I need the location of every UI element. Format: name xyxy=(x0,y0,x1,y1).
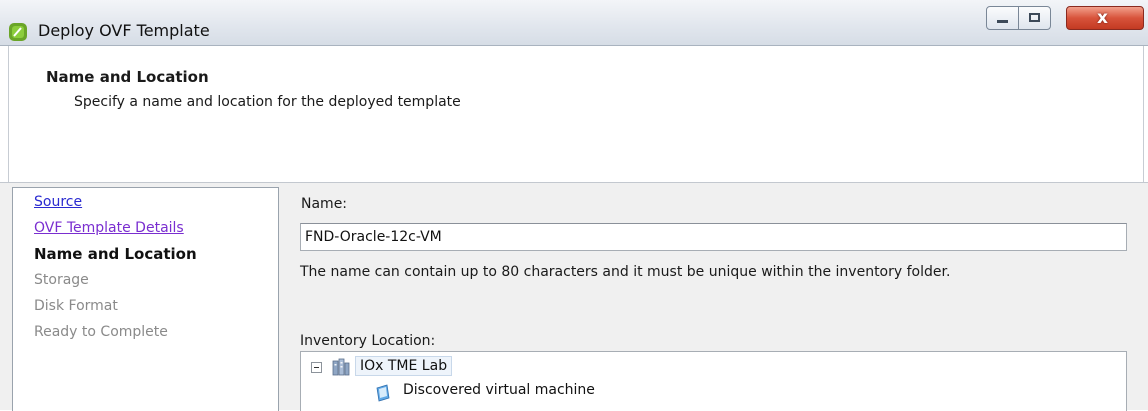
vsphere-app-icon xyxy=(9,23,27,41)
tree-node-folder[interactable]: Discovered virtual machine xyxy=(403,382,595,398)
window-title: Deploy OVF Template xyxy=(38,21,210,40)
step-title: Name and Location xyxy=(46,68,209,86)
tree-node-datacenter[interactable]: IOx TME Lab xyxy=(355,356,453,376)
wizard-steps-nav: Source OVF Template Details Name and Loc… xyxy=(12,187,279,411)
collapse-icon[interactable] xyxy=(311,362,322,373)
wizard-body: Source OVF Template Details Name and Loc… xyxy=(0,182,1148,411)
nav-item-source[interactable]: Source xyxy=(34,194,82,210)
nav-item-disk-format: Disk Format xyxy=(34,298,118,314)
close-button[interactable]: x xyxy=(1066,6,1144,30)
datacenter-icon xyxy=(332,358,350,376)
name-label: Name: xyxy=(301,196,348,212)
wizard-header: Name and Location Specify a name and loc… xyxy=(8,46,1144,182)
minimize-button[interactable] xyxy=(986,6,1019,30)
title-bar: Deploy OVF Template x xyxy=(0,0,1148,46)
nav-item-name-and-location: Name and Location xyxy=(34,245,197,263)
nav-item-ready-to-complete: Ready to Complete xyxy=(34,324,168,340)
wizard-content: Name: The name can contain up to 80 char… xyxy=(297,183,1137,411)
name-input[interactable] xyxy=(300,223,1127,251)
minimize-icon xyxy=(997,20,1008,23)
nav-item-ovf-template-details[interactable]: OVF Template Details xyxy=(34,220,184,236)
maximize-icon xyxy=(1029,13,1040,22)
maximize-button[interactable] xyxy=(1018,6,1051,30)
close-icon: x xyxy=(1097,8,1108,28)
nav-item-storage: Storage xyxy=(34,272,89,288)
name-hint: The name can contain up to 80 characters… xyxy=(300,264,951,280)
inventory-location-label: Inventory Location: xyxy=(300,333,436,349)
inventory-tree[interactable]: IOx TME Lab Discovered virtual machine xyxy=(300,351,1127,411)
step-subtitle: Specify a name and location for the depl… xyxy=(74,94,461,110)
folder-icon xyxy=(376,384,390,402)
